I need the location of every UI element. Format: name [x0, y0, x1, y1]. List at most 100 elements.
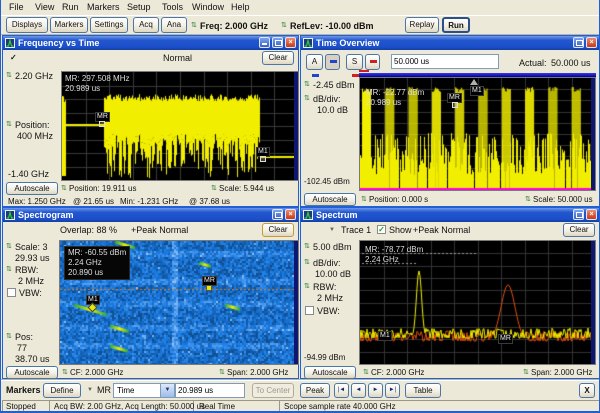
freq-vs-time-plot[interactable]: MR: 297.508 MHz 20.989 us MR M1 [61, 71, 299, 181]
cf-adjust-icon[interactable]: ⇅ [363, 369, 369, 377]
spectrum-length-auto-button[interactable]: S [346, 54, 363, 70]
marker-mr-label[interactable]: MR [498, 334, 513, 344]
menu-markers[interactable]: Markers [87, 2, 120, 12]
menu-file[interactable]: File [9, 2, 24, 12]
position-adjust-icon[interactable]: ⇅ [6, 121, 12, 129]
marker-readout-line1: MR: -78.77 dBm [365, 245, 423, 255]
run-state-label: Stopped [6, 402, 36, 411]
position-adjust-icon[interactable]: ⇅ [361, 196, 367, 204]
scale-adjust-icon[interactable]: ⇅ [6, 243, 12, 251]
markers-bar-label: Markers [6, 385, 41, 395]
menu-window[interactable]: Window [192, 2, 224, 12]
spectrum-plot[interactable]: MR: -78.77 dBm 2.24 GHz M1 MR [359, 240, 596, 365]
clear-button[interactable]: Clear [563, 223, 595, 237]
chevron-down-icon[interactable]: ▼ [160, 384, 174, 397]
marker-m1-handle[interactable] [260, 156, 266, 162]
spectrum-titlebar[interactable]: Spectrum × [301, 208, 599, 222]
marker-domain-select[interactable]: Time ▼ [113, 383, 175, 398]
close-icon[interactable]: × [285, 37, 296, 48]
reflevel-adjust-icon[interactable]: ⇅ [304, 243, 310, 251]
spectrogram-titlebar[interactable]: Spectrogram × [3, 208, 298, 222]
restore-button[interactable] [272, 209, 283, 220]
restore-button[interactable] [272, 37, 283, 48]
marker-select-dropdown-icon[interactable]: ▼ [87, 387, 93, 393]
close-icon[interactable]: × [285, 209, 296, 220]
marker-mr-handle[interactable] [206, 285, 212, 291]
marker-mr-handle[interactable] [452, 102, 458, 108]
trace-label: Trace 1 [341, 225, 371, 235]
close-markers-bar-button[interactable]: X [579, 383, 595, 398]
replay-button[interactable]: Replay [405, 17, 439, 33]
to-center-button[interactable]: To Center [252, 383, 294, 398]
menu-run[interactable]: Run [62, 2, 79, 12]
top-level-adjust-icon[interactable]: ⇅ [304, 81, 310, 89]
peak-last-right-button[interactable]: ►| [385, 383, 400, 398]
rbw-adjust-icon[interactable]: ⇅ [304, 283, 310, 291]
restore-button[interactable] [573, 37, 584, 48]
menu-tools[interactable]: Tools [162, 2, 183, 12]
autoscale-button[interactable]: Autoscale [6, 182, 58, 195]
analysis-length-input[interactable] [391, 54, 499, 69]
spectrum-length-button[interactable] [365, 54, 380, 70]
panel-title: Spectrum [316, 210, 358, 220]
peak-right-button[interactable]: ► [368, 383, 383, 398]
menu-help[interactable]: Help [231, 2, 250, 12]
show-checkbox[interactable]: ✓ [377, 225, 386, 234]
run-button[interactable]: Run [442, 17, 470, 33]
autoscale-button[interactable]: Autoscale [304, 366, 356, 379]
autoscale-button[interactable]: Autoscale [304, 193, 356, 206]
marker-m1-label[interactable]: M1 [378, 331, 392, 341]
pos-adjust-icon[interactable]: ⇅ [6, 333, 12, 341]
vbw-checkbox[interactable] [7, 288, 16, 297]
define-button[interactable]: Define [43, 383, 81, 398]
close-icon[interactable]: × [586, 37, 597, 48]
peak-first-left-button[interactable]: |◄ [334, 383, 349, 398]
analysis-length-button[interactable] [325, 54, 340, 70]
freq-vs-time-titlebar[interactable]: Frequency vs Time × [3, 36, 298, 50]
clear-button[interactable]: Clear [262, 51, 294, 65]
autoscale-button[interactable]: Autoscale [6, 366, 58, 379]
acq-mode-label: Real Time [199, 402, 235, 411]
spectrogram-plot[interactable]: MR: -60.55 dBm 2.24 GHz 20.890 us MR M1 [59, 240, 299, 365]
reflev-adjust-icon[interactable]: ⇅ [281, 22, 287, 30]
freq-adjust-icon[interactable]: ⇅ [191, 22, 197, 30]
time-overview-plot[interactable]: MR: -22.77 dBm 20.989 us MR M1 [359, 77, 596, 191]
marker-readout-line2: 2.24 GHz [68, 258, 126, 268]
menu-view[interactable]: View [35, 2, 54, 12]
scale-readout-adjust-icon[interactable]: ⇅ [211, 185, 217, 193]
cf-adjust-icon[interactable]: ⇅ [62, 369, 68, 377]
trace-check-icon[interactable]: ✓ [10, 53, 17, 62]
table-button[interactable]: Table [405, 383, 441, 398]
dbdiv-adjust-icon[interactable]: ⇅ [304, 95, 310, 103]
analysis-length-auto-button[interactable]: A [306, 54, 323, 70]
clear-button[interactable]: Clear [262, 223, 294, 237]
menu-setup[interactable]: Setup [127, 2, 151, 12]
rbw-adjust-icon[interactable]: ⇅ [6, 266, 12, 274]
vbw-checkbox[interactable] [305, 306, 314, 315]
marker-m1-label[interactable]: M1 [470, 86, 484, 96]
displays-button[interactable]: Displays [6, 17, 48, 33]
settings-button[interactable]: Settings [90, 17, 128, 33]
ana-button[interactable]: Ana [161, 17, 187, 33]
dbdiv-adjust-icon[interactable]: ⇅ [304, 259, 310, 267]
span-adjust-icon[interactable]: ⇅ [219, 369, 225, 377]
markers-button[interactable]: Markers [50, 17, 88, 33]
scale-adjust-icon[interactable]: ⇅ [525, 196, 531, 204]
peak-button[interactable]: Peak [300, 383, 330, 398]
close-icon[interactable]: × [586, 209, 597, 220]
peak-left-button[interactable]: ◄ [351, 383, 366, 398]
scale-adjust-icon[interactable]: ⇅ [6, 72, 12, 80]
trace-dropdown-icon[interactable]: ▼ [329, 227, 335, 233]
acq-button[interactable]: Acq [133, 17, 159, 33]
dbdiv-value: 10.00 dB [315, 269, 351, 279]
restore-button[interactable] [573, 209, 584, 220]
span-adjust-icon[interactable]: ⇅ [523, 369, 529, 377]
min-readout: Min: -1.231 GHz [120, 197, 178, 206]
marker-mr-handle[interactable] [99, 121, 105, 127]
spectrogram-scrollbar[interactable] [294, 241, 298, 364]
minimize-button[interactable] [259, 37, 270, 48]
spectrum-time-indicator[interactable] [359, 70, 369, 72]
position-readout-adjust-icon[interactable]: ⇅ [61, 185, 67, 193]
marker-position-input[interactable] [175, 383, 245, 398]
time-overview-titlebar[interactable]: Time Overview × [301, 36, 599, 50]
